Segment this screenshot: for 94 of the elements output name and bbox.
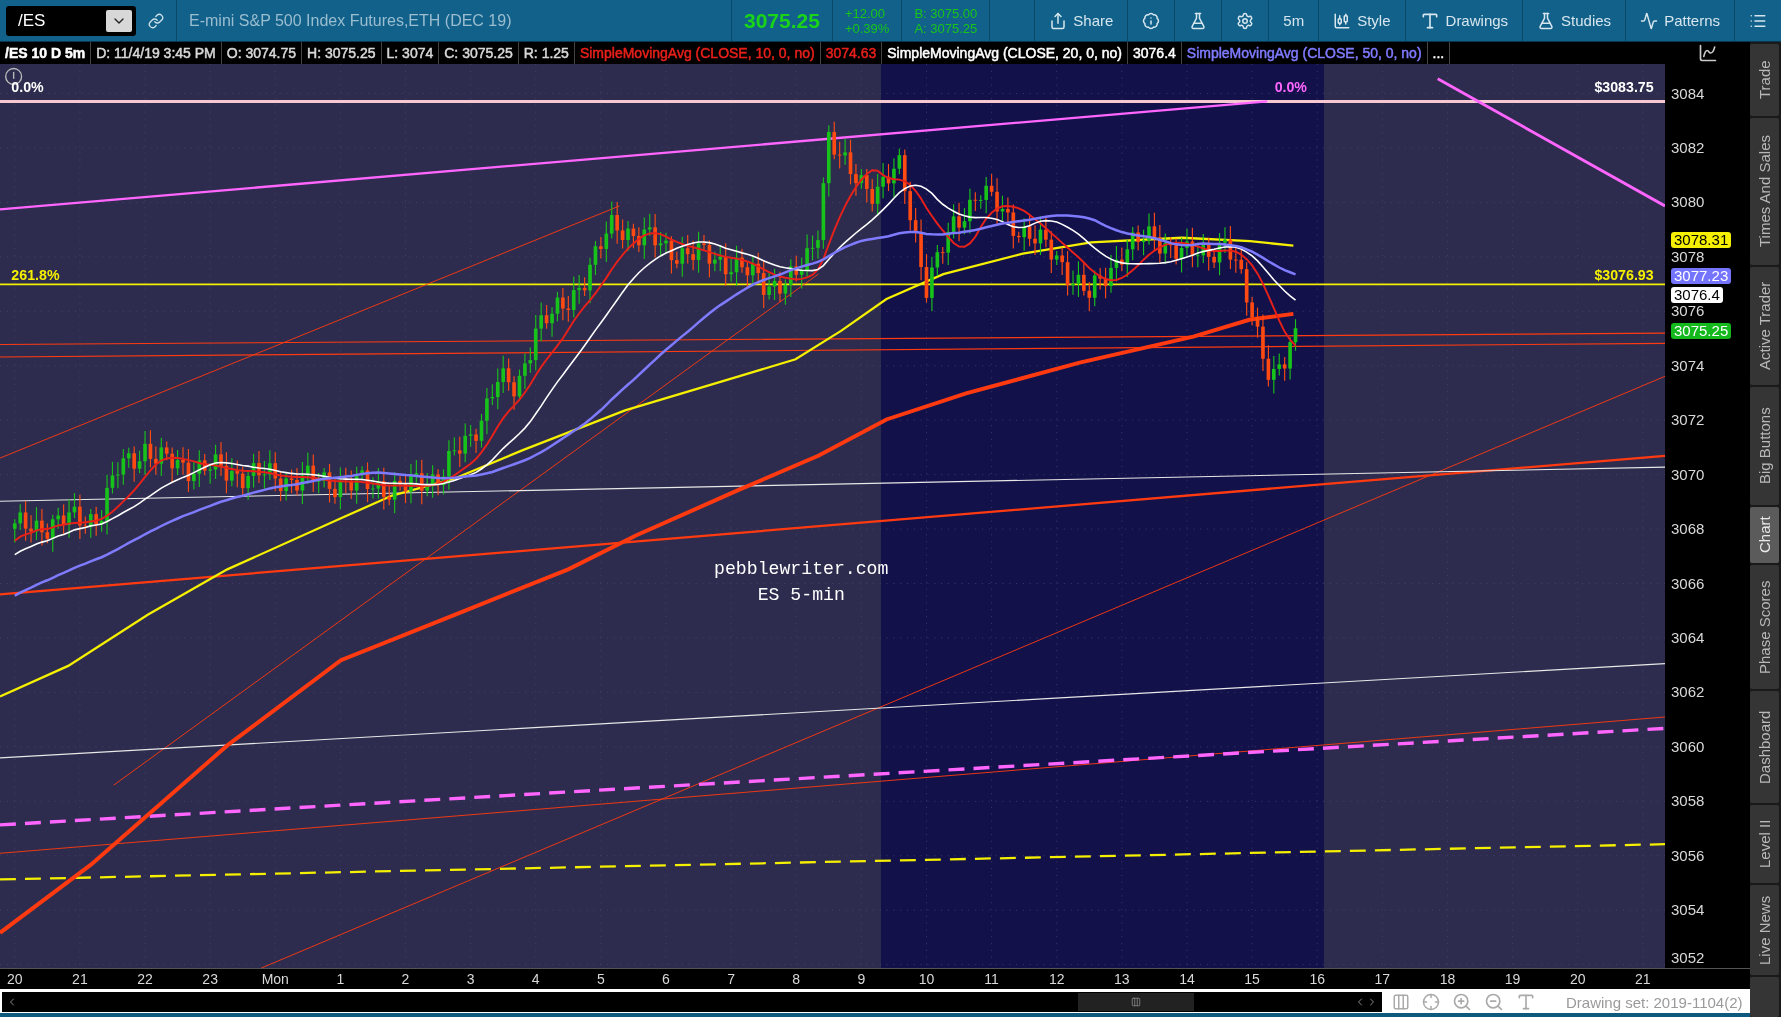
percent-change: +0.39%: [844, 20, 890, 36]
time-tick: 18: [1439, 971, 1456, 987]
time-tick: 14: [1179, 971, 1195, 987]
price-tick: 3056: [1671, 847, 1705, 864]
time-tick: 22: [137, 971, 153, 987]
crosshair-icon[interactable]: [1422, 993, 1440, 1011]
studies-button[interactable]: Studies: [1522, 0, 1626, 41]
price-tick: 3080: [1671, 194, 1705, 211]
flask-icon: [1537, 11, 1556, 30]
price-badge: 3076.4: [1671, 287, 1723, 303]
bid-price: B: 3075.00: [914, 5, 978, 21]
dropdown-button[interactable]: [106, 9, 132, 32]
price-tick: 3078: [1671, 248, 1705, 265]
side-tab[interactable]: Phase Scores: [1750, 565, 1779, 689]
price-tick: 3072: [1671, 412, 1705, 429]
time-tick: 19: [1504, 971, 1521, 987]
price-tick: 3076: [1671, 303, 1705, 320]
time-tick: 17: [1374, 971, 1391, 987]
side-tab[interactable]: Active Trader: [1750, 267, 1779, 385]
time-tick: 16: [1309, 971, 1325, 987]
candlestick-icon: [1333, 11, 1352, 30]
time-tick: 8: [792, 971, 801, 987]
chart-note: ES 5-min: [757, 585, 845, 606]
time-tick: 21: [1635, 971, 1651, 987]
chart-note: pebblewriter.com: [714, 558, 889, 579]
price-badge: 3075.25: [1671, 323, 1732, 339]
level-label: $3076.93: [1594, 266, 1654, 283]
patterns-button[interactable]: Patterns: [1625, 0, 1734, 41]
side-tab[interactable]: Trade: [1750, 44, 1779, 116]
price-tick: 3068: [1671, 521, 1705, 538]
time-tick: 12: [1048, 971, 1065, 987]
price-tick: 3084: [1671, 85, 1705, 102]
ask-price: A: 3075.25: [914, 20, 978, 36]
price-chart[interactable]: 0.0% 0.0% $3083.75 261.8% $3076.93 pebblewriter.com ES 5-min: [0, 64, 1665, 968]
price-tick: 3082: [1671, 139, 1705, 156]
time-tick: 1: [336, 971, 345, 987]
zigzag-icon: [1640, 11, 1659, 30]
side-tab[interactable]: Times And Sales: [1750, 118, 1779, 265]
price-tick: 3064: [1671, 629, 1705, 646]
price-tick: 3062: [1671, 684, 1705, 701]
drawings-button[interactable]: Drawings: [1404, 0, 1523, 41]
price-tick: 3074: [1671, 357, 1705, 374]
time-tick: 21: [72, 971, 88, 987]
level-label: 0.0%: [1274, 79, 1307, 96]
scroll-thumb[interactable]: [1078, 993, 1194, 1011]
share-button[interactable]: Share: [1034, 0, 1128, 41]
time-tick: 15: [1244, 971, 1260, 987]
interval-button[interactable]: 5m: [1268, 0, 1319, 41]
time-tick: 7: [727, 971, 735, 987]
side-tab[interactable]: Chart: [1750, 507, 1779, 563]
settings-icon: [1236, 11, 1255, 30]
time-tick: 3: [466, 971, 475, 987]
symbol-field[interactable]: /ES: [6, 5, 136, 36]
time-tick: 13: [1114, 971, 1130, 987]
time-tick: 23: [202, 971, 218, 987]
price-tick: 3052: [1671, 950, 1705, 966]
net-change: +12.00: [844, 5, 887, 21]
link-icon[interactable]: [148, 12, 164, 29]
side-tab[interactable]: Level II: [1750, 805, 1779, 883]
side-tab[interactable]: Dashboard: [1750, 691, 1779, 803]
zoom-in-icon[interactable]: [1452, 992, 1472, 1012]
time-tick: 20: [1569, 971, 1586, 987]
last-price: 3075.25: [744, 8, 820, 33]
time-tick: 6: [662, 971, 670, 987]
price-tick: 3054: [1671, 902, 1705, 919]
flask-icon: [1189, 11, 1208, 30]
time-tick: 11: [984, 971, 999, 987]
time-tick: Mon: [261, 971, 289, 987]
time-tick: 20: [7, 971, 23, 987]
text-icon[interactable]: [1516, 992, 1536, 1012]
grip-icon: [1131, 997, 1141, 1007]
time-tick: 5: [597, 971, 605, 987]
side-tab[interactable]: Live News: [1750, 885, 1779, 975]
price-badge: 3077.23: [1671, 268, 1732, 284]
price-tick: 3066: [1671, 575, 1705, 592]
scale-icon[interactable]: [1697, 43, 1718, 63]
time-tick: 9: [857, 971, 866, 987]
level-label: 0.0%: [11, 79, 44, 96]
instrument-description: E-mini S&P 500 Index Futures,ETH (DEC 19): [189, 11, 512, 30]
price-tick: 3070: [1671, 466, 1705, 483]
info-icon: [1142, 11, 1161, 30]
level-label: 261.8%: [11, 266, 60, 283]
share-icon: [1049, 11, 1068, 30]
side-tab[interactable]: Big Buttons: [1750, 387, 1779, 505]
time-tick: 2: [401, 971, 410, 987]
zoom-out-icon[interactable]: [1484, 992, 1504, 1012]
scrollbar[interactable]: [2, 992, 1382, 1012]
price-tick: 3058: [1671, 793, 1705, 810]
price-badge: 3078.31: [1671, 232, 1732, 248]
price-tick: 3060: [1671, 738, 1705, 755]
time-tick: 10: [918, 971, 935, 987]
style-button[interactable]: Style: [1318, 0, 1405, 41]
level-label: $3083.75: [1594, 79, 1654, 96]
time-tick: 4: [531, 971, 540, 987]
